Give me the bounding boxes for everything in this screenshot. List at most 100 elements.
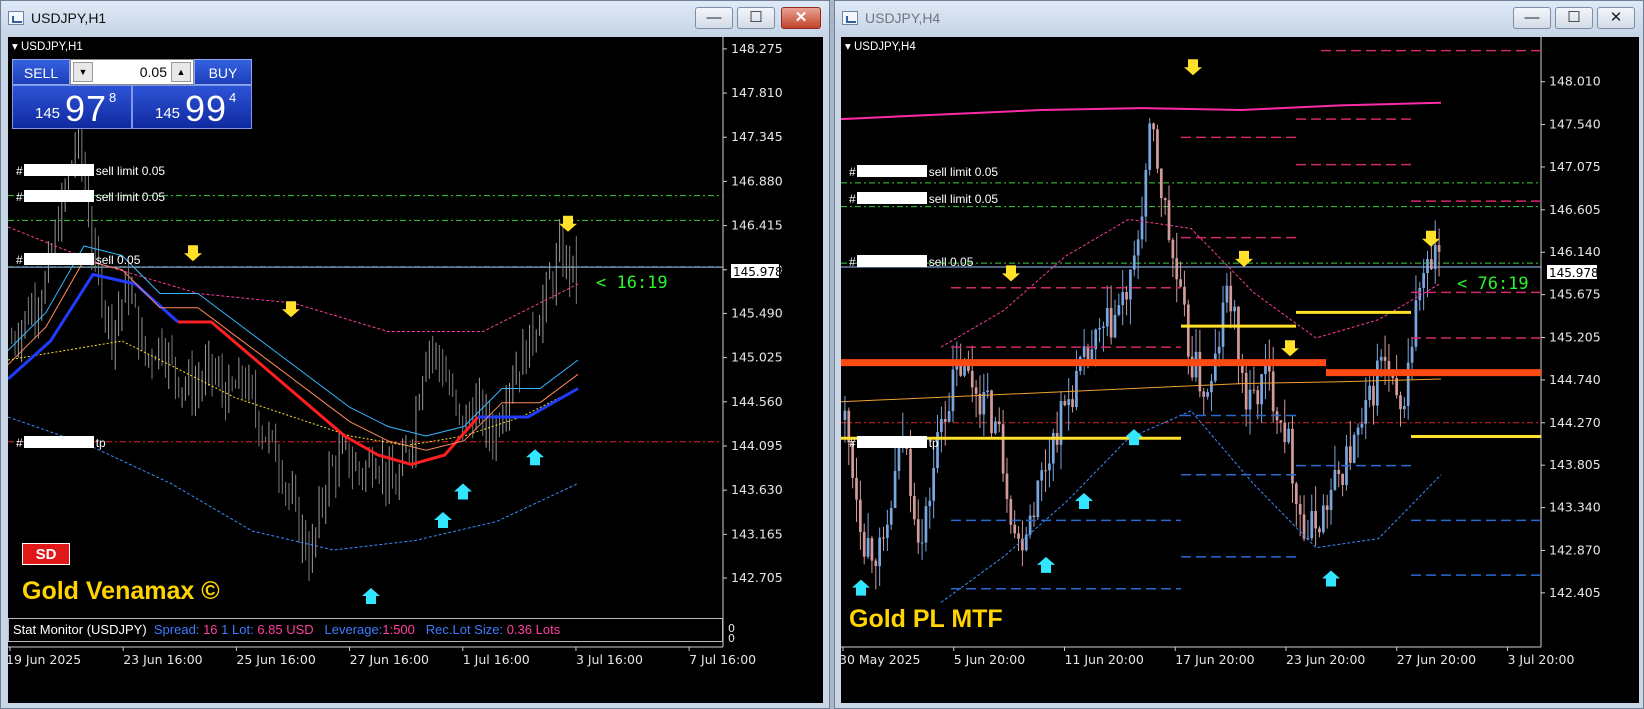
order-label[interactable]: # tp <box>849 436 939 450</box>
symbol-label[interactable]: USDJPY,H1 <box>12 39 83 53</box>
price-chart-h1[interactable]: 148.275 147.810 147.345 146.880 146.415 145.9… <box>8 37 823 703</box>
candle-body <box>1321 505 1325 533</box>
order-label[interactable]: # sell limit 0.05 <box>849 165 998 179</box>
maximize-button[interactable]: ☐ <box>737 7 775 29</box>
candle-body <box>1279 420 1283 423</box>
candle-body <box>1213 353 1217 381</box>
candle-body <box>1028 515 1032 535</box>
order-label[interactable]: # sell 0.05 <box>849 255 973 269</box>
candle-body <box>928 500 932 507</box>
minimize-button[interactable]: — <box>1513 7 1551 29</box>
order-label[interactable]: # sell limit 0.05 <box>16 164 165 178</box>
candle-body <box>1252 389 1256 391</box>
chart-window-h1[interactable]: USDJPY,H1 — ☐ ✕ 148.275 147.810 147.345 146… <box>0 0 830 709</box>
ma-orange <box>841 378 1442 403</box>
candle-body <box>874 560 878 567</box>
price-tick-label: 145.490 <box>731 305 783 320</box>
candle-body <box>978 393 982 415</box>
title-bar[interactable]: USDJPY,H1 — ☐ ✕ <box>1 1 829 37</box>
window-title: USDJPY,H4 <box>865 10 941 26</box>
candle-body <box>1318 528 1321 533</box>
order-label[interactable]: # sell limit 0.05 <box>849 192 998 206</box>
candle-body <box>1113 314 1117 338</box>
price-tick-label: 146.605 <box>1549 202 1601 217</box>
price-tick-label: 142.870 <box>1549 542 1601 557</box>
candle-body <box>951 369 955 412</box>
candle-body <box>986 390 990 393</box>
lot-value[interactable]: 0.05 <box>140 64 167 80</box>
lot-decrease-icon[interactable]: ▼ <box>73 62 93 82</box>
indicator-brand: Gold Venamax © <box>22 577 220 605</box>
candle-body <box>1071 399 1074 407</box>
maximize-button[interactable]: ☐ <box>1555 7 1593 29</box>
candle-body <box>1248 389 1252 410</box>
window-title: USDJPY,H1 <box>31 10 107 26</box>
candle-body <box>1337 469 1341 475</box>
sell-signal-arrow <box>559 215 577 232</box>
order-text: sell 0.05 <box>928 255 974 269</box>
order-mark: # <box>16 190 23 204</box>
candle-body <box>855 477 858 500</box>
minimize-button[interactable]: — <box>695 7 733 29</box>
buy-signal-arrow <box>526 449 544 466</box>
candle-body <box>1171 239 1175 259</box>
bid-prefix: 145 <box>35 105 61 122</box>
lot-key: 1 Lot: <box>221 622 254 637</box>
order-mark: # <box>849 255 856 269</box>
candle-body <box>994 421 997 434</box>
candle-body <box>1298 504 1302 515</box>
rec-lot-key: Rec.Lot Size: <box>425 622 504 637</box>
candle-body <box>1098 327 1101 330</box>
candle-body <box>870 538 874 561</box>
order-text: sell limit 0.05 <box>95 164 166 178</box>
close-button[interactable]: ✕ <box>781 7 821 29</box>
order-text: sell limit 0.05 <box>928 165 999 179</box>
time-tick-label: 30 May 2025 <box>841 652 921 667</box>
ask-quote[interactable]: 145 99 4 <box>132 85 252 129</box>
candle-body <box>1372 385 1375 406</box>
time-tick-label: 7 Jul 16:00 <box>689 652 756 667</box>
candle-body <box>1233 306 1236 312</box>
price-tick-label: 144.270 <box>1549 415 1601 430</box>
price-chart-h4[interactable]: 148.010 147.540 147.075 146.605 146.140 145.6… <box>841 37 1639 703</box>
candle-body <box>1430 259 1433 270</box>
candle-body <box>1210 380 1213 393</box>
lot-size-input[interactable]: ▼ 0.05 ▲ <box>70 59 194 85</box>
order-label[interactable]: # tp <box>16 436 106 450</box>
candle-body <box>1364 400 1368 424</box>
candle-body <box>1414 300 1418 347</box>
candle-body <box>970 370 974 388</box>
chart-canvas[interactable]: 148.010 147.540 147.075 146.605 146.140 145.6… <box>841 37 1639 703</box>
buy-signal-arrow <box>852 579 870 596</box>
candle-body <box>1017 533 1020 539</box>
bid-quote[interactable]: 145 97 8 <box>12 85 132 129</box>
candle-body <box>1032 515 1036 518</box>
order-text: sell limit 0.05 <box>928 192 999 206</box>
order-mark: # <box>849 436 856 450</box>
bid-fraction: 8 <box>109 90 117 105</box>
time-tick-label: 1 Jul 16:00 <box>463 652 530 667</box>
time-tick-label: 27 Jun 20:00 <box>1397 652 1476 667</box>
order-mark: # <box>16 436 23 450</box>
ask-pips: 99 <box>185 88 228 129</box>
candle-body <box>932 468 936 501</box>
candle-body <box>909 448 912 496</box>
order-label[interactable]: # sell 0.05 <box>16 253 140 267</box>
close-button[interactable]: ✕ <box>1597 7 1635 29</box>
sell-button[interactable]: SELL <box>12 59 70 85</box>
price-tick-label: 147.345 <box>731 129 783 144</box>
order-text: sell limit 0.05 <box>95 190 166 204</box>
title-bar[interactable]: USDJPY,H4 — ☐ ✕ <box>835 1 1643 37</box>
bar-countdown: < 76:19 <box>1457 274 1529 294</box>
current-price-tag: 145.978 <box>1546 264 1599 280</box>
candle-body <box>1314 511 1317 529</box>
price-tick-label: 143.805 <box>1549 457 1601 472</box>
symbol-label[interactable]: USDJPY,H4 <box>845 39 916 53</box>
sd-badge[interactable]: SD <box>22 543 70 565</box>
buy-button[interactable]: BUY <box>194 59 252 85</box>
one-click-trading-panel[interactable]: SELL ▼ 0.05 ▲ BUY 145 97 8 145 99 4 <box>12 59 252 129</box>
candle-body <box>1260 374 1263 405</box>
lot-increase-icon[interactable]: ▲ <box>171 62 191 82</box>
order-label[interactable]: # sell limit 0.05 <box>16 190 165 204</box>
chart-window-h4[interactable]: USDJPY,H4 — ☐ ✕ 148.010 147.540 147.075 146… <box>834 0 1644 709</box>
